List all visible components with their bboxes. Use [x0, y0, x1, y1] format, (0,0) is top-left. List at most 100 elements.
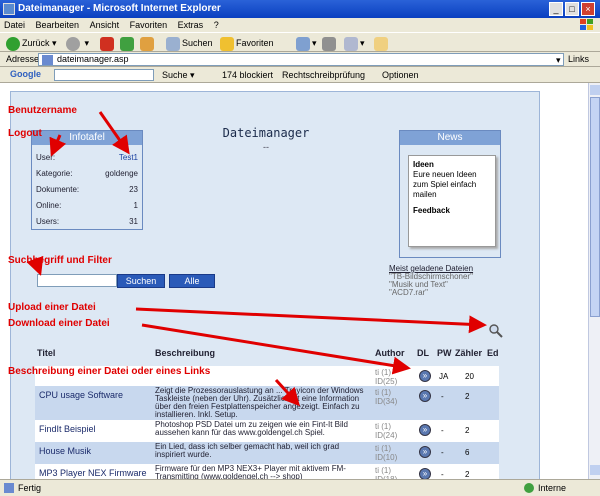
row-pw: - [441, 448, 444, 457]
page-done-icon [4, 483, 14, 493]
window-titlebar: Dateimanager - Microsoft Internet Explor… [0, 0, 600, 18]
search-submit-button[interactable]: Suchen [117, 274, 165, 288]
popup-blocked-counter[interactable]: 174 blockiert [222, 70, 273, 80]
table-row: FindIt Beispiel Photoshop PSD Datei um z… [35, 420, 499, 442]
table-row: CPU usage Software Zeigt die Prozessorau… [35, 386, 499, 420]
search-button[interactable]: Suchen [166, 35, 213, 51]
download-icon[interactable]: » [419, 446, 431, 458]
row-title-link[interactable]: House Musik [39, 446, 91, 456]
info-value-dokumente: 23 [129, 185, 138, 194]
menu-help[interactable]: ? [210, 18, 223, 32]
row-pw: JA [439, 372, 449, 381]
maximize-button[interactable]: □ [565, 2, 579, 16]
show-all-button[interactable]: Alle [169, 274, 215, 288]
edit-icon [344, 36, 358, 51]
menu-bearbeiten[interactable]: Bearbeiten [32, 18, 84, 32]
download-icon[interactable]: » [419, 370, 431, 382]
vertical-scrollbar[interactable] [588, 83, 600, 479]
forward-arrow-icon [66, 36, 80, 51]
google-options-button[interactable]: Optionen [382, 70, 419, 80]
row-title-link[interactable]: MP3 Player NEX Firmware [39, 468, 147, 478]
edit-button[interactable]: ▾ [344, 35, 365, 51]
close-button[interactable]: × [581, 2, 595, 16]
row-title-link[interactable]: CPU usage Software [39, 390, 123, 400]
popular-file-link[interactable]: "ACD7.rar" [389, 288, 428, 297]
address-input[interactable]: dateimanager.asp [38, 53, 564, 66]
menu-datei[interactable]: Datei [0, 18, 29, 32]
annotation-search: Suchbegriff und Filter [8, 255, 112, 266]
address-label: Adresse [6, 54, 40, 64]
favorites-button[interactable]: Favoriten [220, 35, 274, 51]
col-header-dl: DL [417, 348, 429, 358]
row-description: Photoshop PSD Datei um zu zeigen wie ein… [155, 420, 348, 437]
annotation-upload: Upload einer Datei [8, 302, 96, 313]
row-author: ti (1) ID(25) [375, 368, 398, 386]
row-author: ti (1) ID(18) [375, 466, 397, 479]
google-logo[interactable]: Google [10, 69, 41, 79]
search-icon [166, 36, 180, 51]
download-icon[interactable]: » [419, 390, 431, 402]
zone-text: Interne [538, 483, 567, 493]
back-button[interactable]: Zurück ▾ [6, 35, 57, 51]
folder-icon [374, 36, 388, 51]
infotafel-title: Infotafel [32, 131, 142, 145]
windows-logo-icon [580, 19, 593, 30]
col-header-titel: Titel [37, 348, 56, 358]
menu-bar: Datei Bearbeiten Ansicht Favoriten Extra… [0, 18, 600, 32]
news-panel: News Ideen Eure neuen Ideen zum Spiel ei… [399, 130, 501, 258]
minimize-button[interactable]: _ [549, 2, 563, 16]
news-item-text: Eure neuen Ideen zum Spiel einfach maile… [413, 170, 477, 199]
mail-button[interactable]: ▾ [296, 35, 317, 51]
refresh-button[interactable] [120, 35, 136, 51]
web-content: Infotafel User: Test1 Kategorie: goldeng… [0, 83, 588, 479]
row-title-link[interactable]: FindIt Beispiel [39, 424, 96, 434]
row-pw: - [441, 470, 444, 479]
row-count: 2 [465, 426, 470, 435]
news-title: News [400, 131, 500, 145]
scroll-up-button[interactable] [590, 85, 600, 95]
printer-icon [322, 36, 336, 51]
zone-icon [524, 483, 534, 493]
messenger-button[interactable] [374, 35, 390, 51]
address-dropdown-icon[interactable]: ▾ [556, 55, 561, 66]
address-bar: Adresse dateimanager.asp ▾ Links [0, 52, 600, 67]
annotation-username: Benutzername [8, 105, 77, 116]
download-icon[interactable]: » [419, 468, 431, 479]
links-button[interactable]: Links [568, 54, 589, 64]
info-value-users: 31 [129, 217, 138, 226]
menu-extras[interactable]: Extras [174, 18, 208, 32]
google-search-input[interactable] [54, 69, 154, 81]
upload-magnifier-icon[interactable] [489, 324, 503, 338]
mail-icon [296, 36, 310, 51]
annotation-logout: Logout [8, 128, 42, 139]
search-input[interactable] [37, 274, 117, 287]
scroll-thumb[interactable] [590, 97, 600, 317]
forward-button[interactable]: ▾ [66, 35, 89, 51]
menu-favoriten[interactable]: Favoriten [126, 18, 172, 32]
google-toolbar: Google Suche ▾ 174 blockiert Rechtschrei… [0, 67, 600, 83]
back-arrow-icon [6, 36, 20, 51]
stop-button[interactable] [100, 35, 116, 51]
infotafel-panel: Infotafel User: Test1 Kategorie: goldeng… [31, 130, 143, 230]
page-subtitle: -- [263, 142, 269, 152]
google-search-button[interactable]: Suche ▾ [162, 70, 195, 81]
spellcheck-button[interactable]: Rechtschreibprüfung [282, 70, 365, 80]
col-header-pw: PW [437, 348, 452, 358]
home-button[interactable] [140, 35, 156, 51]
table-row: House Musik Ein Lied, dass ich selber ge… [35, 442, 499, 464]
row-count: 2 [465, 392, 470, 401]
annotation-description: Beschreibung einer Datei oder eines Link… [8, 366, 211, 377]
row-description: Firmware für den MP3 NEX3+ Player mit ak… [155, 464, 346, 480]
menu-ansicht[interactable]: Ansicht [86, 18, 124, 32]
scroll-down-button[interactable] [590, 465, 600, 475]
username-logout-link[interactable]: Test1 [119, 153, 138, 162]
row-description: Zeigt die Prozessorauslastung an ... Tra… [155, 386, 364, 419]
download-icon[interactable]: » [419, 424, 431, 436]
stop-icon [100, 36, 114, 51]
col-header-zaehler: Zähler [455, 348, 483, 358]
col-header-ed: Ed [487, 348, 499, 358]
row-description: Ein Lied, dass ich selber gemacht hab, w… [155, 442, 340, 459]
page-container: Infotafel User: Test1 Kategorie: goldeng… [10, 91, 540, 479]
print-button[interactable] [322, 35, 338, 51]
page-icon [42, 55, 53, 65]
